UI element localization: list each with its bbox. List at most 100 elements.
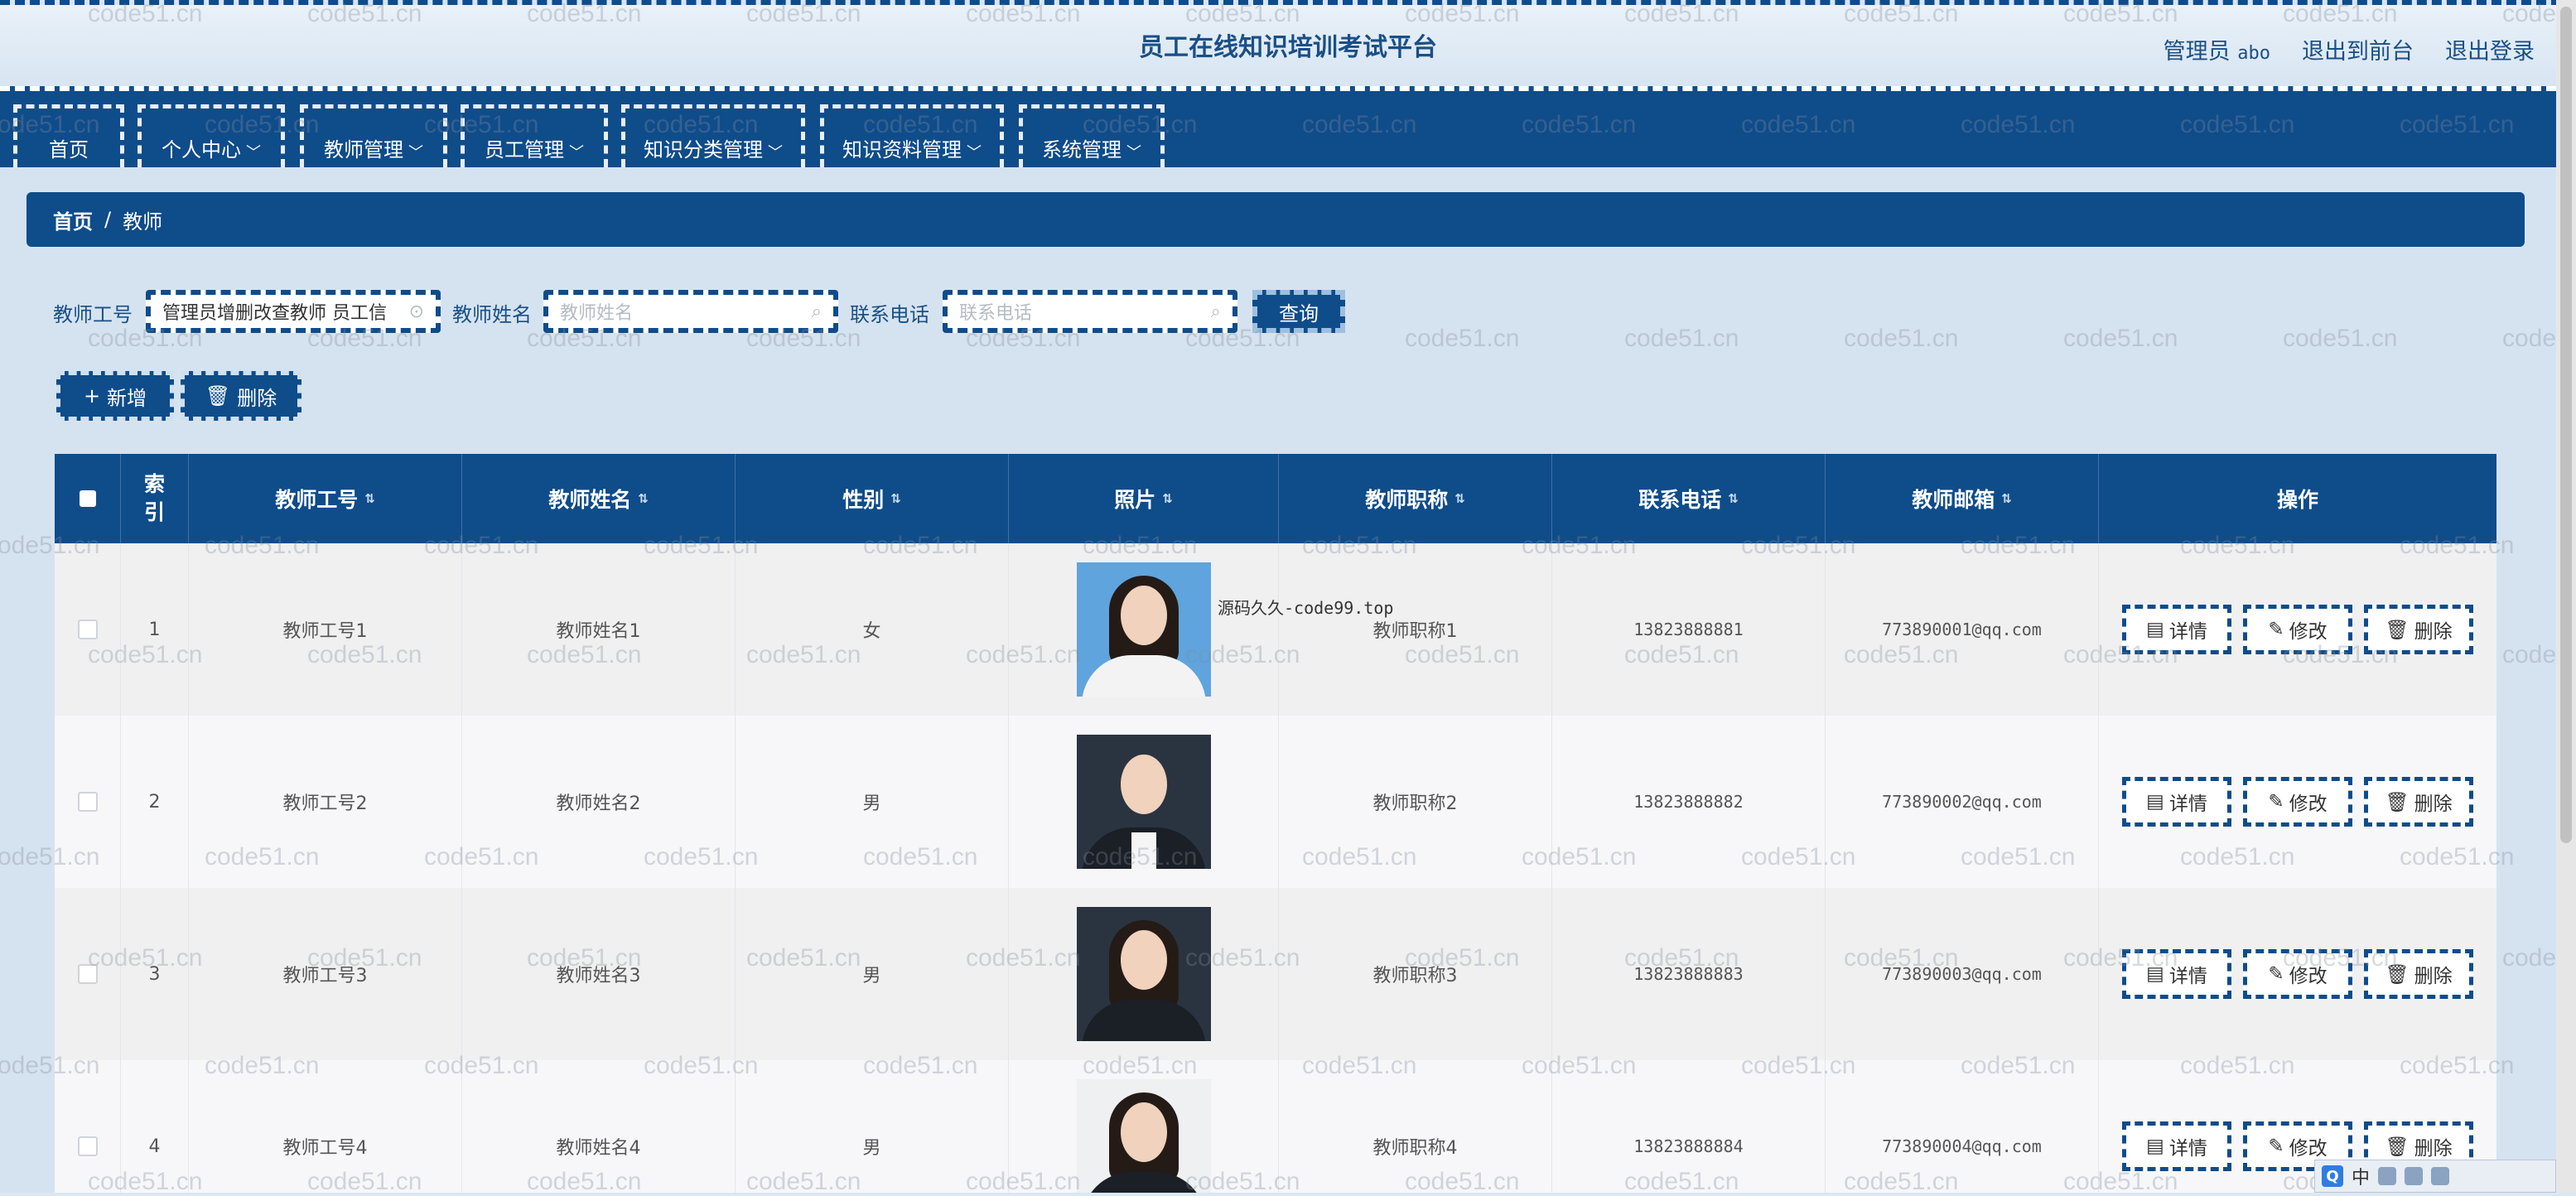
trash-icon: 🗑 (2385, 791, 2410, 813)
chevron-down-icon: ﹀ (408, 144, 423, 162)
nav-teacher-management[interactable]: 教师管理 ﹀ (300, 104, 447, 167)
cell-teacher-no: 教师工号2 (189, 716, 462, 888)
cell-operations: ▤ 详情 ✎ 修改 🗑 删除 (2099, 543, 2496, 716)
edit-icon: ✎ (2268, 963, 2284, 985)
breadcrumb-home[interactable]: 首页 (53, 205, 93, 234)
document-icon: ▤ (2146, 791, 2164, 813)
settings-icon[interactable] (2431, 1167, 2450, 1185)
checkbox-icon[interactable] (77, 1136, 98, 1156)
sort-icon[interactable]: ⇅ (638, 491, 649, 506)
sort-icon[interactable]: ⇅ (1728, 491, 1739, 506)
nav-personal-center[interactable]: 个人中心 ﹀ (137, 104, 285, 167)
trash-icon: 🗑 (2385, 1136, 2410, 1158)
ime-logo-icon[interactable]: Q (2322, 1165, 2343, 1187)
sort-icon[interactable]: ⇅ (1454, 491, 1465, 506)
cell-title: 教师职称3 (1279, 888, 1552, 1060)
cell-title: 教师职称2 (1279, 716, 1552, 888)
row-select[interactable] (55, 543, 121, 716)
edit-button[interactable]: ✎ 修改 (2243, 777, 2352, 827)
table-row: 2 教师工号2 教师姓名2 男 教师职称2 13823888882 773890… (55, 716, 2496, 888)
table-row: 4 教师工号4 教师姓名4 男 教师职称4 13823888884 773890… (55, 1060, 2496, 1193)
cell-index: 3 (121, 888, 189, 1060)
trash-icon: 🗑 (205, 384, 231, 408)
user-name: abo (2237, 43, 2270, 64)
sort-icon[interactable]: ⇅ (890, 491, 901, 506)
checkbox-icon[interactable] (77, 964, 98, 984)
batch-delete-button[interactable]: 🗑 删除 (181, 371, 301, 421)
nav-home[interactable]: 首页 (13, 104, 124, 167)
header-title[interactable]: 教师职称 ⇅ (1279, 454, 1552, 543)
header-photo[interactable]: 照片 ⇅ (1009, 454, 1279, 543)
header-gender[interactable]: 性别 ⇅ (736, 454, 1009, 543)
sort-icon[interactable]: ⇅ (2001, 491, 2012, 506)
ime-language[interactable]: 中 (2352, 1163, 2370, 1189)
detail-button[interactable]: ▤ 详情 (2122, 777, 2231, 827)
document-icon: ▤ (2146, 963, 2164, 985)
delete-button[interactable]: 🗑 删除 (2364, 949, 2473, 999)
chevron-down-icon: ﹀ (569, 144, 584, 162)
cell-teacher-name: 教师姓名1 (462, 543, 736, 716)
checkbox-icon[interactable] (77, 620, 98, 639)
detail-button[interactable]: ▤ 详情 (2122, 1121, 2231, 1171)
header-select-all[interactable] (55, 454, 121, 543)
nav-label: 员工管理 (485, 138, 564, 162)
header-teacher-name[interactable]: 教师姓名 ⇅ (462, 454, 736, 543)
sort-icon[interactable]: ⇅ (1162, 491, 1173, 506)
edit-icon: ✎ (2268, 791, 2284, 813)
delete-button[interactable]: 🗑 删除 (2364, 777, 2473, 827)
row-select[interactable] (55, 1060, 121, 1193)
detail-button[interactable]: ▤ 详情 (2122, 949, 2231, 999)
cell-gender: 男 (736, 716, 1009, 888)
cell-photo (1009, 716, 1279, 888)
checkbox-icon[interactable] (79, 490, 96, 507)
query-button[interactable]: 查询 (1252, 290, 1345, 333)
edit-icon: ✎ (2268, 619, 2284, 640)
cell-gender: 男 (736, 1060, 1009, 1193)
nav-label: 知识分类管理 (644, 138, 763, 162)
header-phone[interactable]: 联系电话 ⇅ (1552, 454, 1826, 543)
scrollbar-thumb[interactable] (2560, 7, 2572, 843)
page-scrollbar[interactable] (2556, 0, 2576, 1193)
keyboard-icon[interactable] (2405, 1167, 2424, 1185)
cell-index: 1 (121, 543, 189, 716)
nav-knowledge-category[interactable]: 知识分类管理 ﹀ (621, 104, 805, 167)
trash-icon: 🗑 (2385, 619, 2410, 641)
nav-system-management[interactable]: 系统管理 ﹀ (1019, 104, 1165, 167)
checkbox-icon[interactable] (77, 792, 98, 812)
add-button[interactable]: + 新增 (56, 371, 174, 421)
teacher-no-value: 管理员增删改查教师 员工信 (162, 303, 387, 324)
moon-icon[interactable] (2378, 1167, 2397, 1185)
sort-icon[interactable]: ⇅ (364, 491, 375, 506)
cell-email: 773890003@qq.com (1826, 888, 2099, 1060)
cell-teacher-name: 教师姓名4 (462, 1060, 736, 1193)
header-teacher-no[interactable]: 教师工号 ⇅ (189, 454, 462, 543)
row-select[interactable] (55, 716, 121, 888)
cell-title: 教师职称1 (1279, 543, 1552, 716)
phone-label: 联系电话 (850, 303, 929, 326)
delete-button[interactable]: 🗑 删除 (2364, 605, 2473, 654)
detail-button[interactable]: ▤ 详情 (2122, 605, 2231, 654)
header-email[interactable]: 教师邮箱 ⇅ (1826, 454, 2099, 543)
edit-button[interactable]: ✎ 修改 (2243, 949, 2352, 999)
teacher-name-input[interactable]: 教师姓名 ⌕ (543, 290, 838, 333)
back-to-front-link[interactable]: 退出到前台 (2302, 33, 2414, 65)
row-select[interactable] (55, 888, 121, 1060)
nav-knowledge-material[interactable]: 知识资料管理 ﹀ (820, 104, 1004, 167)
edit-button[interactable]: ✎ 修改 (2243, 605, 2352, 654)
nav-staff-management[interactable]: 员工管理 ﹀ (461, 104, 608, 167)
logout-link[interactable]: 退出登录 (2445, 33, 2535, 65)
teacher-photo (1076, 907, 1211, 1041)
edit-icon: ✎ (2268, 1136, 2284, 1157)
teacher-no-input[interactable]: 管理员增删改查教师 员工信 ⊙ (146, 290, 441, 333)
table-row: 3 教师工号3 教师姓名3 男 教师职称3 13823888883 773890… (55, 888, 2496, 1060)
teacher-name-placeholder: 教师姓名 (560, 303, 634, 324)
cell-teacher-no: 教师工号3 (189, 888, 462, 1060)
clear-icon[interactable]: ⊙ (409, 301, 424, 322)
teacher-name-label: 教师姓名 (452, 303, 532, 326)
add-label: 新增 (107, 386, 147, 410)
phone-input[interactable]: 联系电话 ⌕ (943, 290, 1237, 333)
cell-gender: 男 (736, 888, 1009, 1060)
current-user: 管理员 abo (2164, 33, 2270, 65)
breadcrumb-separator: / (104, 208, 112, 231)
cell-teacher-no: 教师工号4 (189, 1060, 462, 1193)
